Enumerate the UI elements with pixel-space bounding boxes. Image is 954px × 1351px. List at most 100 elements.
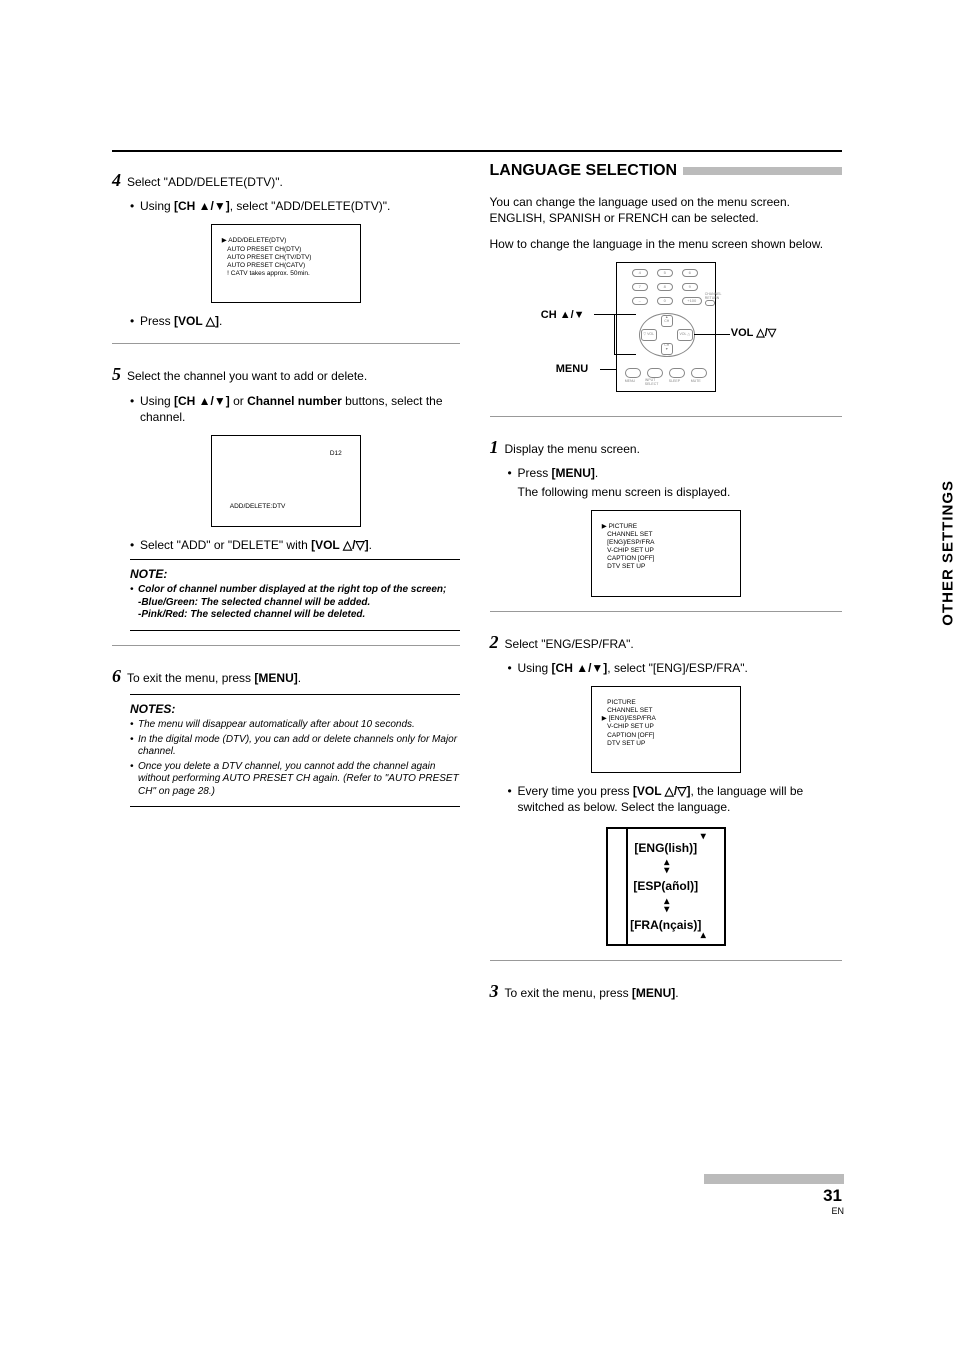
t: or — [230, 394, 247, 408]
remote-btn-sleep-label: SLEEP — [669, 379, 680, 384]
bullet-text: Using [CH ▲/▼] or Channel number buttons… — [140, 393, 460, 425]
menu-row: AUTO PRESET CH(DTV) — [222, 246, 350, 254]
t: To exit the menu, press — [127, 671, 254, 685]
t: Select "ADD" or "DELETE" with — [140, 538, 311, 552]
step4-bullet2: • Press [VOL △]. — [112, 313, 460, 329]
remote-btn-minus: – — [632, 297, 648, 305]
brace-line — [614, 314, 636, 315]
note-text: In the digital mode (DTV), you can add o… — [138, 734, 460, 759]
bullet-dot: • — [130, 198, 140, 214]
bullet-dot: • — [130, 313, 140, 329]
t: Press — [140, 314, 174, 328]
t: . — [219, 314, 222, 328]
notes-title: NOTES: — [130, 701, 460, 717]
note-sub: -Pink/Red: The selected channel will be … — [130, 609, 460, 622]
page-number-bar-icon — [704, 1174, 844, 1184]
key-ref: [CH ▲/▼] — [174, 199, 230, 213]
menu-item: DTV SET UP — [607, 740, 645, 747]
key-ref: [MENU] — [552, 466, 595, 480]
step-number: 3 — [490, 979, 499, 1003]
remote-btn-0: 0 — [657, 297, 673, 305]
arrow-down-icon: ▾ — [701, 830, 706, 844]
step-divider — [490, 416, 842, 417]
page-content: 4 Select "ADD/DELETE(DTV)". • Using [CH … — [112, 150, 842, 1003]
menu-item: PICTURE — [607, 699, 636, 706]
screen-label: ADD/DELETE:DTV — [230, 503, 286, 512]
key-ref: Channel number — [247, 394, 342, 408]
t: , select "ADD/DELETE(DTV)". — [230, 199, 391, 213]
bullet-dot: • — [130, 734, 138, 759]
step-1: 1 Display the menu screen. — [490, 435, 842, 459]
arrow-up-icon: ▴ — [701, 929, 706, 943]
remote-ch-down: CH ▼ — [661, 343, 673, 355]
bullet-dot: • — [130, 761, 138, 799]
menu-item: ! CATV takes approx. 50min. — [227, 270, 310, 277]
remote-outline: 4 5 6 7 8 9 – 0 +100 CHANNEL RETURN ▲ CH… — [616, 262, 716, 392]
remote-btn-menu — [625, 368, 641, 378]
menu-row: CAPTION [OFF] — [602, 555, 730, 563]
remote-btn-mute-label: MUTE — [691, 379, 701, 384]
bullet-text: Using [CH ▲/▼], select "ADD/DELETE(DTV)"… — [140, 198, 460, 214]
section-header: LANGUAGE SELECTION — [490, 160, 842, 182]
screen-add-delete-d12: D12 ADD/DELETE:DTV — [211, 435, 361, 527]
key-ref: [VOL △/▽] — [311, 538, 369, 552]
note-item: •In the digital mode (DTV), you can add … — [130, 734, 460, 759]
remote-btn-channel-return — [705, 300, 715, 306]
remote-btn-8: 8 — [657, 283, 673, 291]
menu-item: [ENG]/ESP/FRA — [609, 715, 656, 722]
remote-vol-up: VOL △ — [677, 329, 693, 341]
step-title: Display the menu screen. — [505, 441, 842, 457]
intro-2: How to change the language in the menu s… — [490, 236, 842, 252]
menu-row: DTV SET UP — [602, 563, 730, 571]
menu-item: PICTURE — [609, 523, 638, 530]
t: . — [369, 538, 372, 552]
cycle-line — [626, 827, 628, 945]
bullet-text: Using [CH ▲/▼], select "[ENG]/ESP/FRA". — [518, 660, 842, 676]
key-ref: [VOL △] — [174, 314, 219, 328]
t: . — [595, 466, 598, 480]
menu-item: CAPTION [OFF] — [607, 732, 654, 739]
key-ref: [VOL △/▽] — [633, 784, 691, 798]
t: Every time you press — [518, 784, 633, 798]
label-ch: CH ▲/▼ — [541, 308, 585, 323]
note-sub: -Blue/Green: The selected channel will b… — [130, 597, 460, 610]
step-number: 4 — [112, 168, 121, 192]
step1-line2: The following menu screen is displayed. — [490, 484, 842, 500]
menu-row: CHANNEL SET — [602, 531, 730, 539]
bullet-dot: • — [508, 783, 518, 815]
note-text: Once you delete a DTV channel, you canno… — [138, 761, 460, 799]
menu-screen-main: ▶ PICTURE CHANNEL SET [ENG]/ESP/FRA V-CH… — [591, 510, 741, 597]
step-title: Select "ENG/ESP/FRA". — [505, 636, 842, 652]
remote-btn-9: 9 — [682, 283, 698, 291]
leader-line — [594, 314, 616, 315]
remote-btn-mute — [691, 368, 707, 378]
cycle-line — [628, 944, 702, 946]
menu-row: PICTURE — [602, 699, 730, 707]
t: Using — [140, 394, 174, 408]
key-ref: [CH ▲/▼] — [552, 661, 608, 675]
menu-screen-add-delete: ▶ ADD/DELETE(DTV) AUTO PRESET CH(DTV) AU… — [211, 224, 361, 303]
note-item: • Color of channel number displayed at t… — [130, 584, 460, 597]
remote-btn-6: 6 — [682, 269, 698, 277]
menu-item: ADD/DELETE(DTV) — [228, 237, 286, 244]
t: To exit the menu, press — [505, 986, 632, 1000]
step-number: 1 — [490, 435, 499, 459]
menu-row: ▶ [ENG]/ESP/FRA — [602, 715, 730, 723]
step-2: 2 Select "ENG/ESP/FRA". — [490, 630, 842, 654]
remote-ch-up: ▲ CH — [661, 315, 673, 327]
step-divider — [490, 960, 842, 961]
bullet-text: Press [VOL △]. — [140, 313, 460, 329]
step-title: Select "ADD/DELETE(DTV)". — [127, 174, 460, 190]
step-3: 3 To exit the menu, press [MENU]. — [490, 979, 842, 1003]
page-lang: EN — [704, 1206, 844, 1216]
left-column: 4 Select "ADD/DELETE(DTV)". • Using [CH … — [112, 150, 460, 1003]
remote-btn-sleep — [669, 368, 685, 378]
menu-row: CHANNEL SET — [602, 707, 730, 715]
step4-bullet1: • Using [CH ▲/▼], select "ADD/DELETE(DTV… — [112, 198, 460, 214]
bullet-text: Every time you press [VOL △/▽], the lang… — [518, 783, 842, 815]
menu-item: [ENG]/ESP/FRA — [607, 539, 654, 546]
remote-btn-input — [647, 368, 663, 378]
menu-item: CAPTION [OFF] — [607, 555, 654, 562]
step-5: 5 Select the channel you want to add or … — [112, 362, 460, 386]
t: , select "[ENG]/ESP/FRA". — [607, 661, 748, 675]
